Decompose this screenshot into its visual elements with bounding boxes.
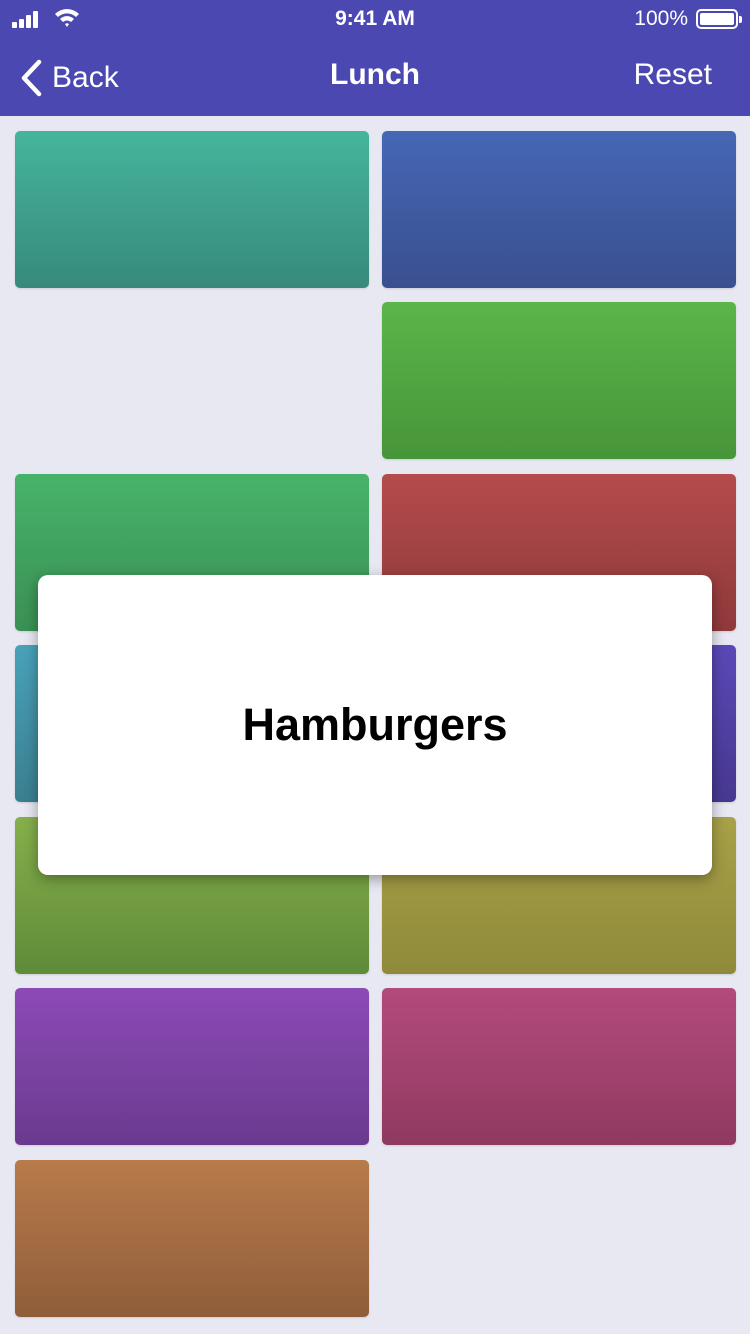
app-header: 9:41 AM 100% Back Lunch Reset	[0, 0, 750, 116]
food-tile[interactable]	[382, 302, 736, 459]
food-tile[interactable]	[15, 988, 369, 1145]
status-bar: 9:41 AM 100%	[0, 0, 750, 40]
food-tile[interactable]	[15, 1160, 369, 1317]
food-tile[interactable]	[382, 131, 736, 288]
battery-icon	[696, 9, 742, 29]
food-tile[interactable]	[15, 131, 369, 288]
navigation-bar: Back Lunch Reset	[0, 40, 750, 116]
battery-percent: 100%	[634, 7, 688, 30]
reset-button[interactable]: Reset	[634, 58, 712, 92]
selection-popup[interactable]: Hamburgers	[38, 575, 712, 875]
food-tile[interactable]	[382, 988, 736, 1145]
popup-label: Hamburgers	[242, 699, 508, 750]
